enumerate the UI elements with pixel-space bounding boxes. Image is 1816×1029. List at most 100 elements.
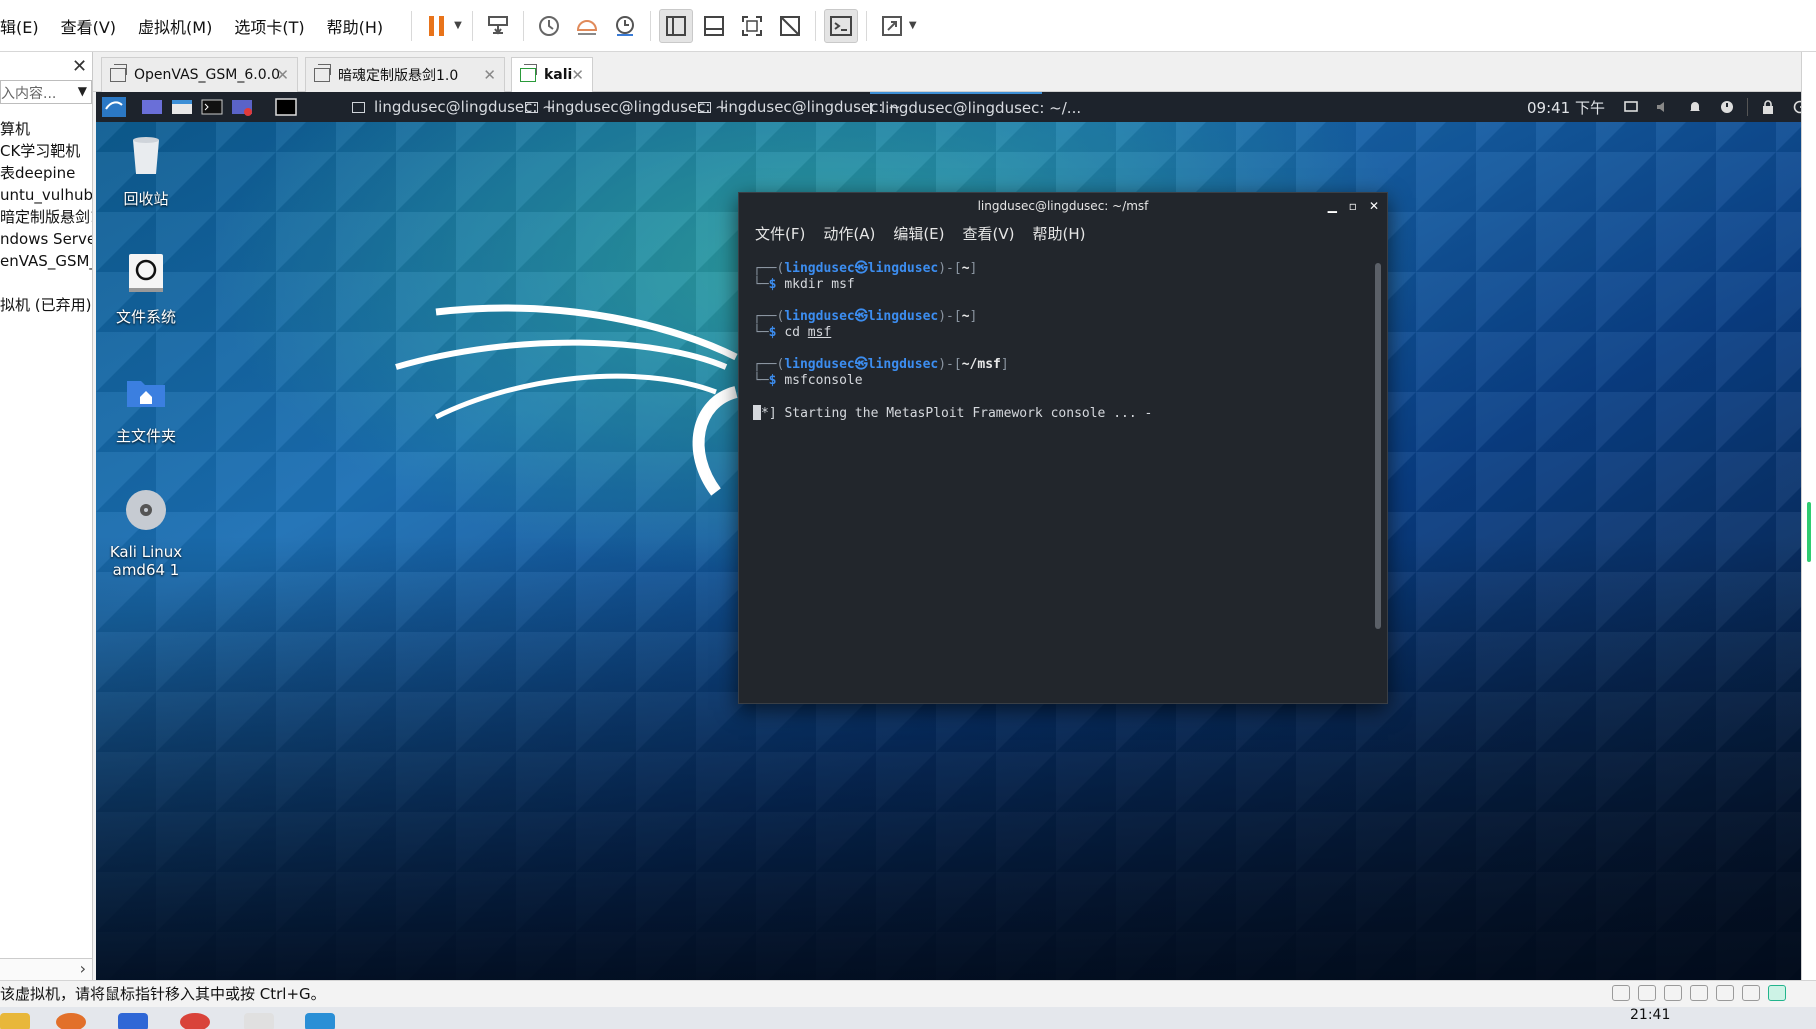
library-item[interactable]: 暗定制版悬剑1	[0, 206, 92, 228]
unity-icon	[779, 15, 800, 36]
show-library-button[interactable]	[658, 8, 693, 43]
desktop-icon-filesystem[interactable]: 文件系统	[96, 250, 196, 327]
library-scrollbar[interactable]: ›	[0, 958, 92, 980]
output-line: *] Starting the MetasPloit Framework con…	[753, 405, 1353, 421]
menu-edit[interactable]: 编辑(E)	[893, 223, 944, 244]
library-item[interactable]: 表deepine	[0, 162, 92, 184]
snapshot-manager-button[interactable]	[608, 9, 642, 43]
pause-dropdown-icon[interactable]: ▼	[454, 20, 462, 31]
taskbar-terminal-4[interactable]: lingdusec@lingdusec: ~/...	[870, 92, 1081, 122]
vmware-statusbar: 该虚拟机，请将鼠标指针移入其中或按 Ctrl+G。	[0, 980, 1816, 1007]
show-desktop-icon[interactable]	[140, 97, 164, 117]
close-icon[interactable]: ✕	[571, 66, 584, 84]
browser-launcher-icon[interactable]	[230, 97, 254, 117]
volume-icon[interactable]	[1655, 99, 1671, 115]
library-search-input[interactable]: 入内容... ▼	[0, 80, 92, 104]
kali-menu-icon[interactable]	[102, 97, 126, 117]
menu-view[interactable]: 查看(V)	[963, 223, 1015, 244]
library-item[interactable]: ndows Server	[0, 228, 92, 250]
toolbar-divider	[471, 10, 473, 41]
stretch-icon	[881, 15, 902, 36]
cd-icon[interactable]	[1638, 985, 1656, 1001]
workspace-icon[interactable]	[274, 97, 298, 117]
menu-edit[interactable]: 辑(E)	[0, 14, 39, 38]
folder-app-icon[interactable]	[0, 1013, 30, 1029]
menu-tabs[interactable]: 选项卡(T)	[234, 14, 304, 38]
terminal-launcher-icon[interactable]	[200, 97, 224, 117]
pause-button[interactable]	[420, 9, 454, 43]
prompt-line: ┌──(lingdusec㉿lingdusec)-[~]	[753, 309, 978, 324]
terminal-output[interactable]: ┌──(lingdusec㉿lingdusec)-[~] └─$ mkdir m…	[753, 261, 1353, 421]
console-view-button[interactable]	[823, 8, 858, 43]
usb-icon[interactable]	[1742, 985, 1760, 1001]
revert-snapshot-button[interactable]	[570, 9, 604, 43]
full-screen-button[interactable]	[735, 9, 769, 43]
desktop-icon-kali-disc[interactable]: Kali Linux amd64 1	[96, 487, 196, 579]
network-adapter-icon[interactable]	[1664, 985, 1682, 1001]
library-item[interactable]: 算机	[0, 118, 92, 140]
terminal-titlebar[interactable]: lingdusec@lingdusec: ~/msf ▁ ▫ ✕	[739, 193, 1387, 219]
snapshot-manager-icon	[615, 15, 634, 36]
vm-icon	[110, 64, 127, 82]
menu-view[interactable]: 查看(V)	[61, 14, 116, 38]
clock[interactable]: 09:41 下午	[1527, 97, 1605, 118]
tab-openvas[interactable]: OpenVAS_GSM_6.0.0 ✕	[101, 57, 298, 92]
tab-anhun[interactable]: 暗魂定制版悬剑1.0 ✕	[305, 57, 505, 92]
minimize-icon[interactable]: ▁	[1328, 193, 1337, 219]
library-item[interactable]: enVAS_GSM_	[0, 250, 92, 272]
toolbar-divider	[522, 10, 524, 41]
vmware-app-icon[interactable]	[305, 1013, 335, 1029]
close-icon[interactable]: ✕	[1369, 193, 1379, 219]
mail-app-icon[interactable]	[118, 1013, 148, 1029]
library-item[interactable]: CK学习靶机	[0, 140, 92, 162]
guest-screen[interactable]: lingdusec@lingdusec: ~ lingdusec@lingdus…	[96, 92, 1816, 980]
command-line: └─$ mkdir msf	[753, 277, 855, 292]
file-manager-icon[interactable]	[170, 97, 194, 117]
snapshot-button[interactable]	[532, 9, 566, 43]
command-line: └─$ msfconsole	[753, 373, 863, 388]
unity-button[interactable]	[773, 9, 807, 43]
toolbar-divider	[411, 10, 413, 41]
lock-icon[interactable]	[1760, 99, 1776, 115]
power-status-icon[interactable]	[1719, 99, 1735, 115]
chevron-right-icon[interactable]: ›	[80, 959, 86, 978]
menu-file[interactable]: 文件(F)	[755, 223, 805, 244]
scroll-indicator[interactable]	[1807, 502, 1811, 562]
send-ctrl-alt-del-button[interactable]	[481, 9, 515, 43]
sound-icon[interactable]	[1716, 985, 1734, 1001]
firefox-app-icon[interactable]	[56, 1013, 86, 1029]
hdd-icon[interactable]	[1612, 985, 1630, 1001]
status-text: 该虚拟机，请将鼠标指针移入其中或按 Ctrl+G。	[0, 985, 326, 1003]
menu-help[interactable]: 帮助(H)	[1032, 223, 1085, 244]
printer-icon[interactable]	[1690, 985, 1708, 1001]
close-icon[interactable]: ✕	[276, 66, 289, 84]
close-icon[interactable]: ✕	[72, 56, 87, 77]
terminal-window[interactable]: lingdusec@lingdusec: ~/msf ▁ ▫ ✕ 文件(F) 动…	[738, 192, 1388, 704]
menu-help[interactable]: 帮助(H)	[327, 14, 384, 38]
stretch-guest-button[interactable]	[875, 9, 909, 43]
desktop-icon-home[interactable]: 主文件夹	[96, 369, 196, 446]
message-icon[interactable]	[1768, 985, 1786, 1001]
display-icon[interactable]	[1623, 99, 1639, 115]
chrome-app-icon[interactable]	[180, 1013, 210, 1029]
close-icon[interactable]: ✕	[483, 66, 496, 84]
chevron-down-icon[interactable]: ▼	[78, 84, 87, 98]
library-item[interactable]: 拟机 (已弃用)	[0, 294, 92, 316]
library-item[interactable]: untu_vulhub	[0, 184, 92, 206]
text-app-icon[interactable]	[244, 1013, 274, 1029]
show-thumbnail-bar-button[interactable]	[697, 9, 731, 43]
maximize-icon[interactable]: ▫	[1349, 193, 1357, 219]
kali-tray: 09:41 下午	[1527, 92, 1816, 122]
notification-bell-icon[interactable]	[1687, 99, 1703, 115]
menu-action[interactable]: 动作(A)	[823, 223, 875, 244]
library-item[interactable]	[0, 272, 92, 294]
tab-kali[interactable]: kali ✕	[511, 57, 593, 92]
desktop-icon-label: 回收站	[123, 190, 169, 208]
host-clock[interactable]: 21:41	[1630, 1007, 1670, 1023]
desktop-icon-trash[interactable]: 回收站	[96, 132, 196, 209]
device-status-icons	[1612, 985, 1786, 1001]
terminal-scrollbar[interactable]	[1375, 263, 1381, 629]
command-line: └─$ cd msf	[753, 325, 832, 340]
stretch-dropdown-icon[interactable]: ▼	[909, 20, 917, 31]
menu-vm[interactable]: 虚拟机(M)	[138, 14, 212, 38]
